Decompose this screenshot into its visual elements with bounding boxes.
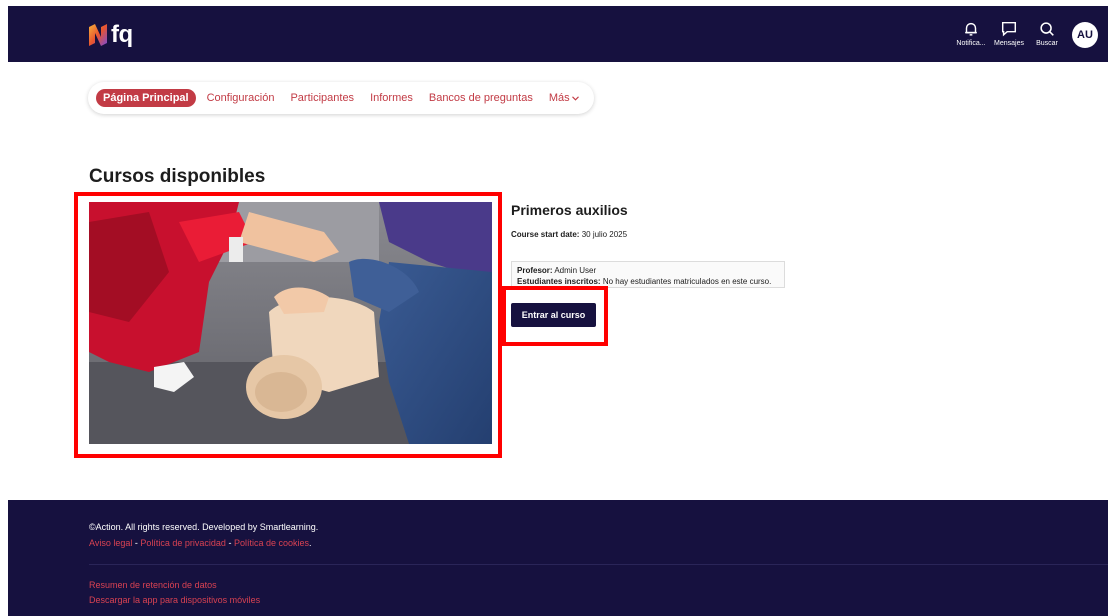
cookies-policy-link[interactable]: Política de cookies [234, 538, 309, 548]
footer-copyright: ©Action. All rights reserved. Developed … [89, 522, 319, 532]
more-label: Más [548, 92, 570, 104]
course-name-link[interactable]: Primeros auxilios [511, 202, 791, 218]
privacy-policy-link[interactable]: Política de privacidad [140, 538, 226, 548]
enter-course-button[interactable]: Entrar al curso [511, 303, 596, 327]
teacher-line: Profesor: Admin User [517, 265, 779, 276]
mobile-app-download-link[interactable]: Descargar la app para dispositivos móvil… [89, 593, 260, 608]
course-secondary-nav: Página Principal Configuración Participa… [88, 82, 594, 114]
messages-button[interactable]: Mensajes [992, 16, 1026, 52]
course-image[interactable] [89, 202, 492, 444]
cpr-training-photo [89, 202, 492, 444]
students-value: No hay estudiantes matriculados en este … [602, 277, 772, 286]
notifications-label: Notifica... [956, 40, 986, 47]
legal-separator: - [225, 538, 234, 548]
tab-pagina-principal[interactable]: Página Principal [96, 89, 196, 107]
bell-icon [965, 22, 977, 36]
aviso-legal-link[interactable]: Aviso legal [89, 538, 132, 548]
tab-bancos-de-preguntas[interactable]: Bancos de preguntas [424, 89, 538, 107]
students-label: Estudiantes inscritos: [517, 277, 601, 286]
teacher-value[interactable]: Admin User [554, 266, 596, 275]
search-button[interactable]: Buscar [1030, 16, 1064, 52]
data-retention-summary-link[interactable]: Resumen de retención de datos [89, 578, 260, 593]
site-logo[interactable]: fq [88, 20, 133, 50]
chevron-down-icon [571, 95, 579, 101]
course-image-highlight-box [74, 192, 502, 458]
course-contacts-box: Profesor: Admin User Estudiantes inscrit… [511, 261, 785, 288]
footer-legal-links: Aviso legal - Política de privacidad - P… [89, 538, 312, 548]
tab-informes[interactable]: Informes [365, 89, 418, 107]
tab-configuracion[interactable]: Configuración [202, 89, 280, 107]
start-date-label: Course start date: [511, 230, 580, 239]
search-label: Buscar [1036, 40, 1058, 47]
page-title: Cursos disponibles [89, 166, 266, 187]
footer-divider [89, 564, 1108, 565]
course-info: Primeros auxilios Course start date: 30 … [511, 200, 791, 239]
tab-mas-dropdown[interactable]: Más [544, 89, 584, 107]
logo-text: fq [111, 21, 133, 48]
tab-participantes[interactable]: Participantes [285, 89, 359, 107]
top-navbar: fq Notifica... Mensajes Buscar AU [8, 6, 1108, 62]
legal-end: . [308, 538, 312, 548]
course-start-date: Course start date: 30 julio 2025 [511, 230, 791, 239]
logo-mark-icon [89, 24, 107, 46]
notifications-button[interactable]: Notifica... [954, 16, 988, 52]
user-avatar[interactable]: AU [1072, 22, 1098, 48]
footer-bottom-links: Resumen de retención de datos Descargar … [89, 578, 260, 608]
header-tools: Notifica... Mensajes Buscar AU [954, 16, 1098, 52]
chat-icon [1001, 21, 1017, 37]
start-date-value: 30 julio 2025 [581, 230, 628, 239]
messages-label: Mensajes [994, 40, 1024, 47]
search-icon [1040, 22, 1054, 36]
site-footer: ©Action. All rights reserved. Developed … [8, 500, 1108, 616]
teacher-label: Profesor: [517, 266, 553, 275]
